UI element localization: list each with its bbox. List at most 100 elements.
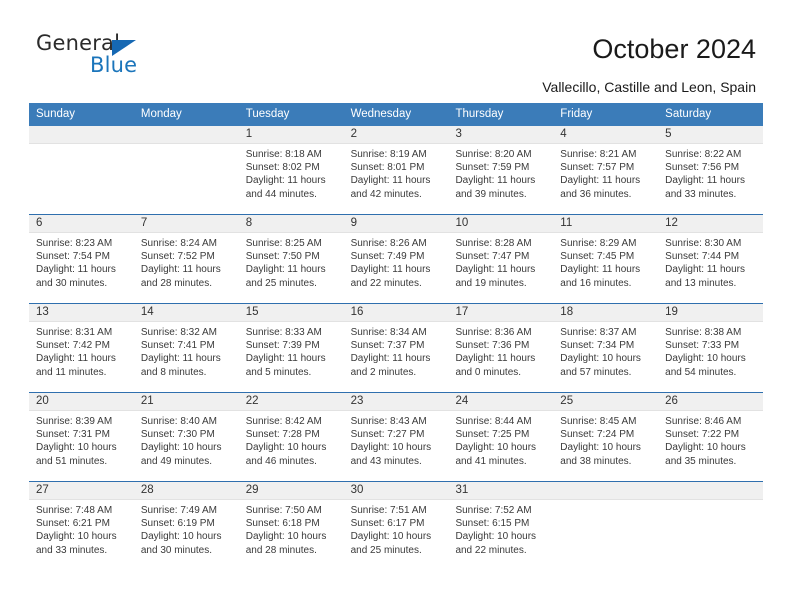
calendar-day-cell[interactable]: 10 Sunrise: 8:28 AM Sunset: 7:47 PM Dayligh… xyxy=(448,215,554,303)
calendar-day-cell[interactable]: 9 Sunrise: 8:26 AM Sunset: 7:49 PM Daylight… xyxy=(343,215,449,303)
day-number: 5 xyxy=(658,126,764,144)
day-sun-info: Sunrise: 8:23 AM Sunset: 7:54 PM Daylight:… xyxy=(29,233,134,290)
day-number: 12 xyxy=(658,215,764,233)
day-sun-info: Sunrise: 8:18 AM Sunset: 8:02 PM Daylight:… xyxy=(239,144,344,201)
sunset-text: Sunset: 7:50 PM xyxy=(245,251,320,263)
calendar-day-cell[interactable]: 13 Sunrise: 8:31 AM Sunset: 7:42 PM Dayligh… xyxy=(29,304,134,392)
day-sun-info: Sunrise: 8:38 AM Sunset: 7:33 PM Daylight:… xyxy=(658,322,763,379)
day-number xyxy=(553,482,659,500)
sunrise-text: Sunrise: 8:31 AM xyxy=(36,327,113,338)
calendar-day-cell[interactable]: 4 Sunrise: 8:21 AM Sunset: 7:57 PM Daylight… xyxy=(553,126,659,214)
weekday-header-monday: Monday xyxy=(140,108,182,120)
sunset-text: Sunset: 6:17 PM xyxy=(350,518,425,530)
sunset-text: Sunset: 7:45 PM xyxy=(560,251,635,263)
day-sun-info: Sunrise: 8:39 AM Sunset: 7:31 PM Daylight:… xyxy=(29,411,134,468)
calendar-day-cell[interactable]: 1 Sunrise: 8:18 AM Sunset: 8:02 PM Daylight… xyxy=(238,126,344,214)
daylight-text: Daylight: 10 hours and 22 minutes. xyxy=(455,531,537,556)
sunrise-text: Sunrise: 7:51 AM xyxy=(350,505,427,516)
sunset-text: Sunset: 7:39 PM xyxy=(245,340,320,352)
calendar-day-cell[interactable]: 25 Sunrise: 8:45 AM Sunset: 7:24 PM Dayligh… xyxy=(553,393,659,481)
calendar-day-cell[interactable]: 26 Sunrise: 8:46 AM Sunset: 7:22 PM Dayligh… xyxy=(658,393,764,481)
sunset-text: Sunset: 6:19 PM xyxy=(140,518,215,530)
sunrise-text: Sunrise: 8:19 AM xyxy=(350,149,427,160)
sunrise-text: Sunrise: 8:25 AM xyxy=(245,238,322,249)
daylight-text: Daylight: 11 hours and 11 minutes. xyxy=(36,353,116,378)
sunrise-text: Sunrise: 8:26 AM xyxy=(350,238,427,249)
daylight-text: Daylight: 11 hours and 19 minutes. xyxy=(455,264,536,289)
calendar-day-cell[interactable]: 31 Sunrise: 7:52 AM Sunset: 6:15 PM Dayligh… xyxy=(448,482,554,570)
calendar-day-cell[interactable]: 29 Sunrise: 7:50 AM Sunset: 6:18 PM Dayligh… xyxy=(238,482,344,570)
calendar-day-cell[interactable]: 28 Sunrise: 7:49 AM Sunset: 6:19 PM Dayligh… xyxy=(133,482,239,570)
calendar-day-cell[interactable]: 12 Sunrise: 8:30 AM Sunset: 7:44 PM Dayligh… xyxy=(658,215,764,303)
weekday-header-saturday: Saturday xyxy=(665,108,712,120)
calendar-day-cell[interactable]: 14 Sunrise: 8:32 AM Sunset: 7:41 PM Dayligh… xyxy=(133,304,239,392)
sunset-text: Sunset: 6:21 PM xyxy=(36,518,110,530)
calendar-day-cell[interactable]: 18 Sunrise: 8:37 AM Sunset: 7:34 PM Dayligh… xyxy=(553,304,659,392)
calendar-day-cell[interactable]: 23 Sunrise: 8:43 AM Sunset: 7:27 PM Dayligh… xyxy=(343,393,449,481)
sunrise-text: Sunrise: 8:43 AM xyxy=(350,416,427,427)
calendar-day-cell[interactable]: 5 Sunrise: 8:22 AM Sunset: 7:56 PM Daylight… xyxy=(658,126,764,214)
calendar-day-cell[interactable]: 3 Sunrise: 8:20 AM Sunset: 7:59 PM Daylight… xyxy=(448,126,554,214)
calendar-day-cell[interactable]: 21 Sunrise: 8:40 AM Sunset: 7:30 PM Dayligh… xyxy=(133,393,239,481)
page-title: October 2024 xyxy=(592,34,756,64)
sunset-text: Sunset: 7:49 PM xyxy=(350,251,425,263)
calendar-day-cell-empty xyxy=(29,126,134,214)
day-sun-info: Sunrise: 8:34 AM Sunset: 7:37 PM Daylight:… xyxy=(344,322,449,379)
calendar-weeks: 1 Sunrise: 8:18 AM Sunset: 8:02 PM Daylight… xyxy=(29,126,764,570)
calendar-day-cell[interactable]: 27 Sunrise: 7:48 AM Sunset: 6:21 PM Dayligh… xyxy=(29,482,134,570)
day-number: 11 xyxy=(553,215,659,233)
calendar-day-cell-empty xyxy=(658,482,764,570)
day-sun-info: Sunrise: 7:51 AM Sunset: 6:17 PM Daylight:… xyxy=(344,500,449,557)
daylight-text: Daylight: 10 hours and 46 minutes. xyxy=(245,442,327,467)
day-number: 28 xyxy=(133,482,239,500)
daylight-text: Daylight: 11 hours and 33 minutes. xyxy=(665,175,746,200)
calendar-day-cell[interactable]: 2 Sunrise: 8:19 AM Sunset: 8:01 PM Daylight… xyxy=(343,126,449,214)
calendar-week-row: 20 Sunrise: 8:39 AM Sunset: 7:31 PM Dayligh… xyxy=(29,392,764,481)
day-sun-info: Sunrise: 8:22 AM Sunset: 7:56 PM Daylight:… xyxy=(658,144,763,201)
sunset-text: Sunset: 7:52 PM xyxy=(140,251,215,263)
sunset-text: Sunset: 7:47 PM xyxy=(455,251,530,263)
calendar-day-cell[interactable]: 11 Sunrise: 8:29 AM Sunset: 7:45 PM Dayligh… xyxy=(553,215,659,303)
calendar-day-cell[interactable]: 16 Sunrise: 8:34 AM Sunset: 7:37 PM Dayligh… xyxy=(343,304,449,392)
sunrise-text: Sunrise: 8:28 AM xyxy=(455,238,532,249)
calendar-day-cell-empty xyxy=(553,482,659,570)
calendar-day-cell[interactable]: 24 Sunrise: 8:44 AM Sunset: 7:25 PM Dayligh… xyxy=(448,393,554,481)
calendar-day-cell[interactable]: 7 Sunrise: 8:24 AM Sunset: 7:52 PM Daylight… xyxy=(133,215,239,303)
sunrise-text: Sunrise: 8:32 AM xyxy=(140,327,218,338)
daylight-text: Daylight: 11 hours and 16 minutes. xyxy=(560,264,641,289)
calendar-day-cell[interactable]: 8 Sunrise: 8:25 AM Sunset: 7:50 PM Daylight… xyxy=(238,215,344,303)
day-number: 2 xyxy=(343,126,449,144)
day-number: 14 xyxy=(133,304,239,322)
sunrise-text: Sunrise: 8:34 AM xyxy=(350,327,427,338)
calendar-day-cell[interactable]: 17 Sunrise: 8:36 AM Sunset: 7:36 PM Dayligh… xyxy=(448,304,554,392)
calendar-day-cell[interactable]: 6 Sunrise: 8:23 AM Sunset: 7:54 PM Daylight… xyxy=(29,215,134,303)
sunrise-text: Sunrise: 7:48 AM xyxy=(36,505,113,516)
day-sun-info: Sunrise: 8:36 AM Sunset: 7:36 PM Daylight:… xyxy=(448,322,553,379)
sunrise-text: Sunrise: 8:33 AM xyxy=(245,327,322,338)
calendar-day-cell[interactable]: 20 Sunrise: 8:39 AM Sunset: 7:31 PM Dayligh… xyxy=(29,393,134,481)
calendar-day-cell[interactable]: 30 Sunrise: 7:51 AM Sunset: 6:17 PM Dayligh… xyxy=(343,482,449,570)
sunrise-text: Sunrise: 7:49 AM xyxy=(140,505,218,516)
day-number xyxy=(658,482,764,500)
sunset-text: Sunset: 7:33 PM xyxy=(665,340,740,352)
page-subtitle: Vallecillo, Castille and Leon, Spain xyxy=(542,79,756,95)
sunrise-text: Sunrise: 8:29 AM xyxy=(560,238,637,249)
day-number: 27 xyxy=(29,482,134,500)
calendar-day-cell[interactable]: 15 Sunrise: 8:33 AM Sunset: 7:39 PM Dayligh… xyxy=(238,304,344,392)
day-number: 4 xyxy=(553,126,659,144)
daylight-text: Daylight: 10 hours and 28 minutes. xyxy=(245,531,327,556)
daylight-text: Daylight: 11 hours and 13 minutes. xyxy=(665,264,746,289)
sunset-text: Sunset: 7:57 PM xyxy=(560,162,635,174)
day-sun-info: Sunrise: 8:28 AM Sunset: 7:47 PM Daylight:… xyxy=(448,233,553,290)
calendar-page: General Blue October 2024 Vallecillo, Ca… xyxy=(0,0,792,612)
sunrise-text: Sunrise: 8:21 AM xyxy=(560,149,637,160)
daylight-text: Daylight: 11 hours and 44 minutes. xyxy=(245,175,326,200)
calendar-day-cell[interactable]: 19 Sunrise: 8:38 AM Sunset: 7:33 PM Dayligh… xyxy=(658,304,764,392)
sunset-text: Sunset: 6:15 PM xyxy=(455,518,530,530)
day-number: 8 xyxy=(238,215,344,233)
sunset-text: Sunset: 7:59 PM xyxy=(455,162,530,174)
calendar-day-cell[interactable]: 22 Sunrise: 8:42 AM Sunset: 7:28 PM Dayligh… xyxy=(238,393,344,481)
daylight-text: Daylight: 10 hours and 43 minutes. xyxy=(350,442,432,467)
daylight-text: Daylight: 11 hours and 36 minutes. xyxy=(560,175,641,200)
sunset-text: Sunset: 7:28 PM xyxy=(245,429,320,441)
